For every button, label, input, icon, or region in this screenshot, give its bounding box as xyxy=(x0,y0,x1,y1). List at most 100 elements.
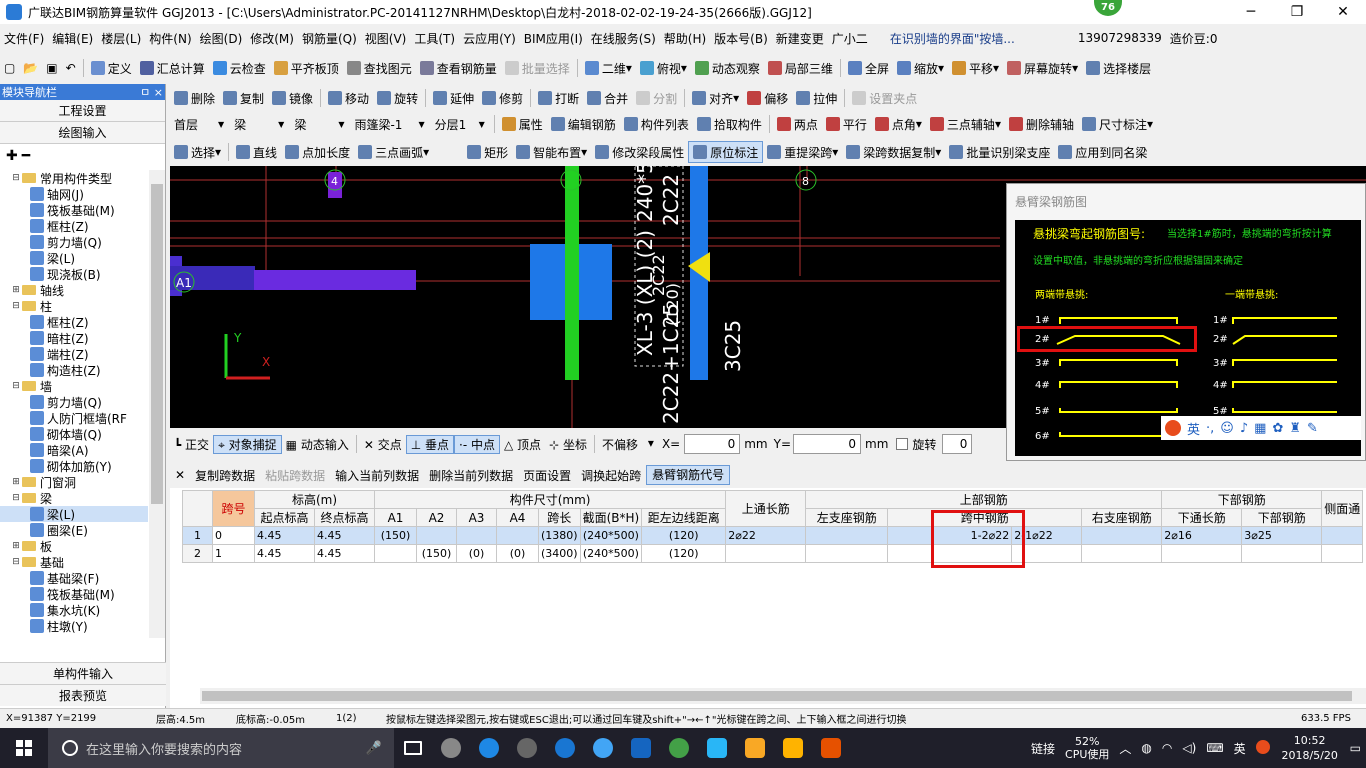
cell-len[interactable]: (3400) xyxy=(538,544,581,563)
cell-a4[interactable] xyxy=(496,526,539,545)
menu-modify[interactable]: 修改(M) xyxy=(246,30,298,47)
x-input[interactable] xyxy=(684,434,741,454)
screen-rotate-dropdown[interactable]: 屏幕旋转 ▾ xyxy=(1003,57,1082,79)
cell-botlong[interactable]: 2⌀16 xyxy=(1161,526,1243,545)
cell-toplong[interactable]: 2⌀22 xyxy=(725,526,807,545)
select-floor-button[interactable]: 选择楼层 xyxy=(1082,57,1155,79)
menu-online[interactable]: 在线服务(S) xyxy=(587,30,660,47)
midpoint-snap-button[interactable]: ·- 中点 xyxy=(454,434,500,454)
menu-bim[interactable]: BIM应用(I) xyxy=(520,30,587,47)
table-hscrollbar[interactable] xyxy=(200,688,1366,704)
in-situ-label-button[interactable]: 原位标注 xyxy=(688,141,764,163)
cell-a3[interactable]: (0) xyxy=(456,544,497,563)
network-icon[interactable]: ◍ xyxy=(1136,741,1156,755)
tree-folder[interactable]: ⊟ 墙 xyxy=(0,378,148,394)
y-input[interactable] xyxy=(793,434,862,454)
tree-item[interactable]: 剪力墙(Q) xyxy=(0,234,148,250)
dynamic-view-button[interactable]: 动态观察 xyxy=(691,57,764,79)
line-button[interactable]: 直线 xyxy=(232,141,281,163)
edge-icon[interactable] xyxy=(546,728,584,768)
cell-bot[interactable]: 3⌀25 xyxy=(1241,526,1323,545)
windows-start-icon[interactable] xyxy=(0,728,48,768)
parallel-button[interactable]: 平行 xyxy=(822,113,871,135)
user-phone[interactable]: 13907298339 xyxy=(1074,31,1166,45)
menu-floor[interactable]: 楼层(L) xyxy=(97,30,145,47)
tree-folder[interactable]: ⊞ 门窗洞 xyxy=(0,474,148,490)
edit-rebar-button[interactable]: 编辑钢筋 xyxy=(547,113,620,135)
summary-calc-button[interactable]: 汇总计算 xyxy=(136,57,209,79)
floor-select[interactable]: 首层 ▼ xyxy=(170,114,228,134)
menu-guangxiaoer[interactable]: 广小二 xyxy=(828,30,872,47)
rectangle-button[interactable]: 矩形 xyxy=(463,141,512,163)
tree-item[interactable]: 端柱(Z) xyxy=(0,346,148,362)
volume-icon[interactable]: ◁) xyxy=(1177,741,1201,755)
tray-chevron-icon[interactable]: ︿ xyxy=(1114,740,1136,757)
tree-item[interactable]: 砌体加筋(Y) xyxy=(0,458,148,474)
tree-item[interactable]: 筏板基础(M) xyxy=(0,202,148,218)
cantilever-code-button[interactable]: 悬臂钢筋代号 xyxy=(646,465,731,485)
local-3d-button[interactable]: 局部三维 xyxy=(764,57,837,79)
report-preview-button[interactable]: 报表预览 xyxy=(0,684,166,706)
menu-edit[interactable]: 编辑(E) xyxy=(48,30,97,47)
cell-end[interactable]: 4.45 xyxy=(314,526,375,545)
perpendicular-snap-button[interactable]: ⊥ 垂点 xyxy=(405,434,455,454)
cell-toplong[interactable] xyxy=(725,544,807,563)
tree-item[interactable]: 基础梁(F) xyxy=(0,570,148,586)
menu-component[interactable]: 构件(N) xyxy=(145,30,195,47)
batch-support-button[interactable]: 批量识别梁支座 xyxy=(945,141,1054,163)
cell-left[interactable] xyxy=(805,544,889,563)
dynamic-input-button[interactable]: ▦ 动态输入 xyxy=(282,436,353,453)
cell-a1[interactable] xyxy=(374,544,417,563)
mic-icon[interactable]: 🎤 xyxy=(366,741,382,756)
cell-botlong[interactable] xyxy=(1161,544,1243,563)
tree-folder[interactable]: ⊞ 板 xyxy=(0,538,148,554)
menu-tools[interactable]: 工具(T) xyxy=(410,30,459,47)
zoom-dropdown[interactable]: 缩放 ▾ xyxy=(893,57,948,79)
break-button[interactable]: 打断 xyxy=(534,87,583,109)
browser-swirl-icon[interactable] xyxy=(508,728,546,768)
delete-column-button[interactable]: 删除当前列数据 xyxy=(424,467,518,484)
rotate-button[interactable]: 旋转 xyxy=(373,87,422,109)
cpu-usage[interactable]: 52% CPU使用 xyxy=(1060,735,1114,761)
three-point-axis-button[interactable]: 三点辅轴 ▾ xyxy=(926,113,1005,135)
align-slab-top-button[interactable]: 平齐板顶 xyxy=(270,57,343,79)
tree-item[interactable]: 暗柱(Z) xyxy=(0,330,148,346)
trim-button[interactable]: 修剪 xyxy=(478,87,527,109)
panel-pin-close-icon[interactable]: ㅁ × xyxy=(140,84,163,100)
tray-link[interactable]: 链接 xyxy=(1026,740,1060,757)
offset-select[interactable]: 不偏移 ▾ xyxy=(598,436,658,453)
span-copy-button[interactable]: 梁跨数据复制 ▾ xyxy=(842,141,945,163)
properties-button[interactable]: 属性 xyxy=(498,113,547,135)
category-select[interactable]: 梁 ▼ xyxy=(230,114,288,134)
tree-item[interactable]: 柱墩(Y) xyxy=(0,618,148,634)
close-button[interactable]: ✕ xyxy=(1320,0,1366,24)
cell-side[interactable] xyxy=(1321,544,1364,563)
select-button[interactable]: 选择 ▾ xyxy=(170,141,225,163)
three-point-arc-button[interactable]: 三点画弧 ▾ xyxy=(354,141,433,163)
menu-view[interactable]: 视图(V) xyxy=(361,30,411,47)
apply-same-name-button[interactable]: 应用到同名梁 xyxy=(1054,141,1151,163)
layer-select[interactable]: 分层1 ▼ xyxy=(431,114,489,134)
copy-span-button[interactable]: 复制跨数据 xyxy=(190,467,260,484)
ime-lang[interactable]: 英 xyxy=(1229,740,1251,757)
tree-folder[interactable]: ⊟ 梁 xyxy=(0,490,148,506)
pick-component-button[interactable]: 拾取构件 xyxy=(693,113,766,135)
cell-start[interactable]: 4.45 xyxy=(254,526,315,545)
define-button[interactable]: 定义 xyxy=(87,57,136,79)
wifi-icon[interactable]: ◠ xyxy=(1157,741,1177,755)
menu-cloud[interactable]: 云应用(Y) xyxy=(459,30,520,47)
pinwheel-app-icon[interactable] xyxy=(698,728,736,768)
cell-a4[interactable]: (0) xyxy=(496,544,539,563)
cell-dist[interactable]: (120) xyxy=(641,526,727,545)
cell-len[interactable]: (1380) xyxy=(538,526,581,545)
tree-expander-icon[interactable]: ⊟ xyxy=(10,301,22,311)
cell-a3[interactable] xyxy=(456,526,497,545)
folder-app-icon[interactable] xyxy=(774,728,812,768)
tree-item[interactable]: 人防门框墙(RF xyxy=(0,410,148,426)
menu-version[interactable]: 版本号(B) xyxy=(710,30,772,47)
input-column-button[interactable]: 输入当前列数据 xyxy=(330,467,424,484)
table-row[interactable]: 1 0 4.45 4.45 (150) (1380) (240*500) (120) 2⌀22 1… xyxy=(182,526,1364,545)
tree-expander-icon[interactable]: ⊟ xyxy=(10,493,22,503)
tree-item[interactable]: 现浇板(B) xyxy=(0,266,148,282)
cell-bot[interactable] xyxy=(1241,544,1323,563)
